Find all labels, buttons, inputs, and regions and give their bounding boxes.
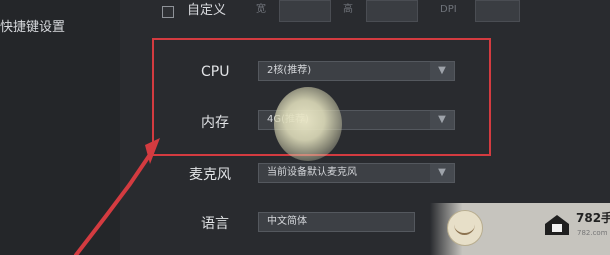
dpi-label: DPI <box>440 4 457 15</box>
cpu-select[interactable]: 2核(推荐) ▼ <box>258 61 455 81</box>
height-label: 高 <box>343 4 353 15</box>
chevron-down-icon: ▼ <box>430 62 454 80</box>
microphone-label: 麦克风 <box>189 167 231 183</box>
microphone-select[interactable]: 当前设备默认麦克风 ▼ <box>258 163 455 183</box>
width-label: 宽 <box>256 4 266 15</box>
memory-label: 内存 <box>201 115 229 131</box>
sidebar-item-label: 快捷键设置 <box>0 20 66 35</box>
custom-label: 自定义 <box>187 3 227 18</box>
height-input[interactable] <box>366 0 418 22</box>
chevron-down-icon: ▼ <box>430 164 454 182</box>
watermark-text: 782手游网 <box>576 211 610 225</box>
custom-checkbox[interactable] <box>162 6 174 18</box>
watermark-url: 782.com <box>577 229 608 237</box>
sidebar-item-shortcut-settings[interactable]: 快捷键设置 <box>0 16 120 40</box>
width-input[interactable] <box>279 0 331 22</box>
language-label: 语言 <box>201 216 229 232</box>
watermark: 782手游网 782.com <box>430 203 610 255</box>
mascot-icon <box>447 210 483 246</box>
chevron-down-icon: ▼ <box>430 111 454 129</box>
settings-window: 快捷键设置 自定义 宽 高 DPI CPU 2核(推荐) ▼ 内存 4G(推荐) <box>0 0 610 255</box>
house-icon <box>545 215 569 235</box>
cpu-label: CPU <box>201 64 230 80</box>
language-select-value: 中文简体 <box>267 216 307 227</box>
cursor-highlight <box>274 87 342 161</box>
sidebar: 快捷键设置 <box>0 0 120 255</box>
microphone-select-value: 当前设备默认麦克风 <box>267 167 357 178</box>
language-select[interactable]: 中文简体 <box>258 212 415 232</box>
dpi-input[interactable] <box>475 0 520 22</box>
cpu-select-value: 2核(推荐) <box>267 65 312 76</box>
